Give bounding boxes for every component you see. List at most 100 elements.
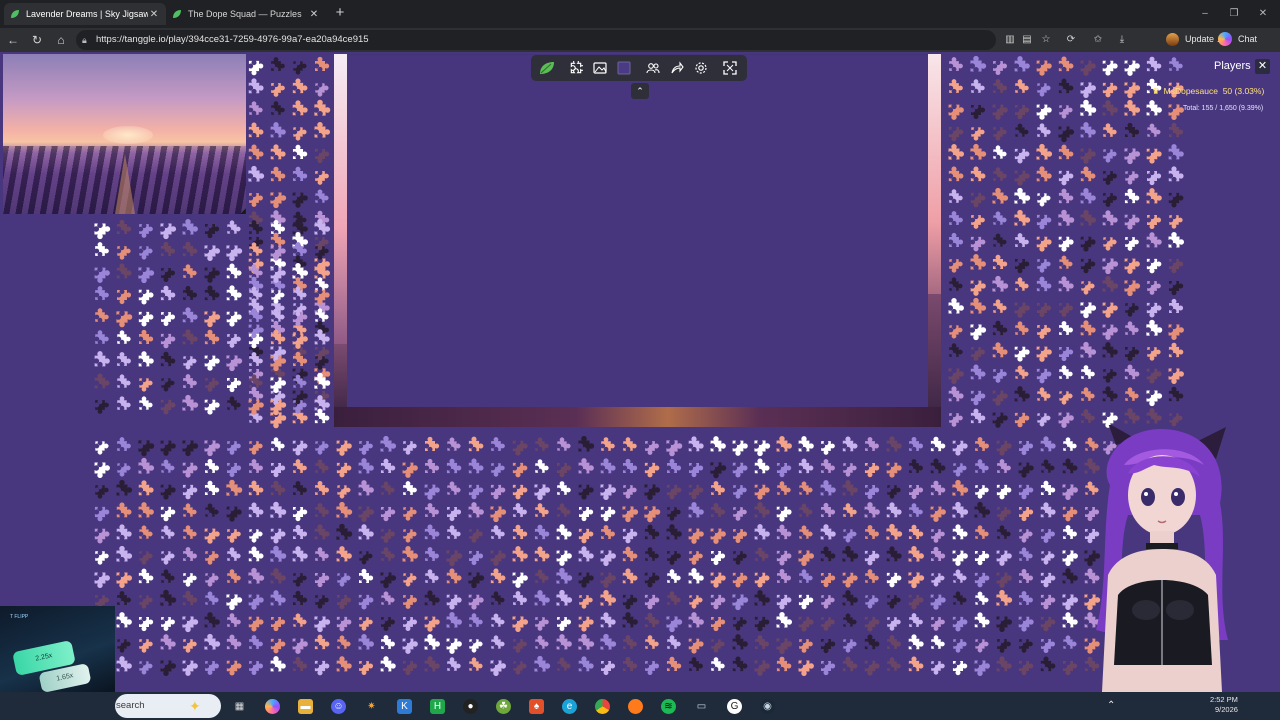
jigsaw-piece[interactable] (908, 634, 924, 650)
jigsaw-piece[interactable] (248, 594, 264, 610)
jigsaw-piece[interactable] (996, 550, 1012, 566)
jigsaw-piece[interactable] (688, 568, 704, 584)
jigsaw-piece[interactable] (886, 502, 902, 518)
jigsaw-piece[interactable] (970, 297, 987, 314)
jigsaw-piece[interactable] (204, 480, 220, 496)
jigsaw-piece[interactable] (270, 528, 286, 544)
jigsaw-piece[interactable] (534, 524, 550, 540)
jigsaw-piece[interactable] (1080, 302, 1097, 319)
jigsaw-piece[interactable] (600, 612, 616, 628)
close-players-icon[interactable]: ✕ (1255, 59, 1270, 74)
jigsaw-piece[interactable] (1019, 507, 1034, 522)
jigsaw-piece[interactable] (1168, 386, 1184, 402)
jigsaw-piece[interactable] (138, 440, 155, 457)
jigsaw-piece[interactable] (248, 386, 264, 402)
jigsaw-piece[interactable] (1125, 122, 1140, 137)
jigsaw-piece[interactable] (1014, 302, 1030, 318)
jigsaw-piece[interactable] (953, 463, 967, 477)
jigsaw-piece[interactable] (447, 481, 461, 495)
jigsaw-piece[interactable] (930, 480, 946, 496)
jigsaw-piece[interactable] (667, 569, 681, 583)
jigsaw-piece[interactable] (1169, 57, 1183, 71)
jigsaw-piece[interactable] (359, 568, 374, 583)
jigsaw-piece[interactable] (336, 440, 352, 456)
jigsaw-piece[interactable] (1168, 280, 1184, 296)
jigsaw-piece[interactable] (997, 459, 1011, 473)
jigsaw-piece[interactable] (446, 568, 462, 584)
jigsaw-piece[interactable] (820, 546, 836, 562)
jigsaw-piece[interactable] (512, 616, 529, 633)
jigsaw-piece[interactable] (226, 285, 242, 301)
jigsaw-piece[interactable] (403, 617, 418, 632)
jigsaw-piece[interactable] (116, 311, 133, 328)
jigsaw-piece[interactable] (468, 594, 484, 610)
jigsaw-piece[interactable] (1146, 390, 1163, 407)
jigsaw-piece[interactable] (182, 590, 198, 606)
jigsaw-piece[interactable] (970, 55, 987, 72)
jigsaw-piece[interactable] (948, 104, 964, 120)
jigsaw-piece[interactable] (952, 616, 968, 632)
jigsaw-piece[interactable] (799, 503, 813, 517)
jigsaw-piece[interactable] (1062, 594, 1079, 611)
jigsaw-piece[interactable] (337, 635, 351, 649)
jigsaw-piece[interactable] (381, 529, 395, 543)
jigsaw-piece[interactable] (139, 246, 153, 260)
jigsaw-piece[interactable] (161, 459, 175, 473)
jigsaw-piece[interactable] (1040, 656, 1056, 672)
minimize-icon[interactable]: – (1198, 7, 1212, 21)
jigsaw-piece[interactable] (117, 374, 131, 388)
jigsaw-piece[interactable] (226, 311, 242, 327)
jigsaw-piece[interactable] (578, 633, 595, 650)
jigsaw-piece[interactable] (798, 660, 814, 676)
jigsaw-piece[interactable] (293, 590, 308, 605)
jigsaw-piece[interactable] (970, 143, 987, 160)
jigsaw-piece[interactable] (948, 143, 965, 160)
jigsaw-piece[interactable] (381, 547, 395, 561)
jigsaw-piece[interactable] (1147, 347, 1161, 361)
jigsaw-piece[interactable] (909, 503, 923, 517)
app-leaf-icon[interactable]: ☘ (496, 699, 511, 714)
jigsaw-piece[interactable] (117, 463, 131, 477)
jigsaw-piece[interactable] (992, 254, 1008, 270)
jigsaw-piece[interactable] (754, 660, 770, 676)
jigsaw-piece[interactable] (776, 656, 792, 672)
jigsaw-piece[interactable] (949, 189, 963, 203)
jigsaw-piece[interactable] (754, 572, 770, 588)
jigsaw-piece[interactable] (512, 484, 528, 500)
jigsaw-piece[interactable] (424, 616, 440, 632)
jigsaw-piece[interactable] (116, 545, 133, 562)
jigsaw-piece[interactable] (755, 635, 769, 649)
jigsaw-piece[interactable] (952, 479, 969, 496)
jigsaw-piece[interactable] (204, 633, 221, 650)
jigsaw-piece[interactable] (1059, 347, 1074, 362)
jigsaw-piece[interactable] (139, 661, 153, 675)
jigsaw-piece[interactable] (270, 122, 286, 138)
jigsaw-piece[interactable] (887, 635, 901, 649)
jigsaw-piece[interactable] (490, 484, 506, 500)
jigsaw-piece[interactable] (578, 616, 594, 632)
jigsaw-piece[interactable] (666, 440, 683, 457)
jigsaw-piece[interactable] (424, 590, 440, 606)
collapse-toolbar-icon[interactable]: ⌃ (631, 83, 649, 99)
jigsaw-piece[interactable] (293, 127, 307, 141)
jigsaw-piece[interactable] (314, 660, 330, 676)
jigsaw-piece[interactable] (1059, 255, 1073, 269)
jigsaw-piece[interactable] (249, 635, 263, 649)
jigsaw-piece[interactable] (534, 590, 550, 606)
jigsaw-piece[interactable] (292, 546, 308, 562)
fullscreen-icon[interactable] (719, 57, 741, 79)
jigsaw-piece[interactable] (249, 661, 264, 676)
jigsaw-piece[interactable] (579, 507, 594, 522)
jigsaw-piece[interactable] (886, 523, 903, 540)
jigsaw-piece[interactable] (1036, 143, 1053, 160)
jigsaw-piece[interactable] (182, 462, 198, 478)
jigsaw-piece[interactable] (1146, 232, 1162, 248)
jigsaw-piece[interactable] (711, 657, 725, 671)
jigsaw-piece[interactable] (776, 611, 793, 628)
jigsaw-piece[interactable] (402, 638, 418, 654)
jigsaw-piece[interactable] (909, 613, 923, 627)
jigsaw-piece[interactable] (139, 617, 154, 632)
jigsaw-piece[interactable] (271, 437, 285, 451)
jigsaw-piece[interactable] (1015, 321, 1029, 335)
jigsaw-piece[interactable] (931, 546, 946, 561)
